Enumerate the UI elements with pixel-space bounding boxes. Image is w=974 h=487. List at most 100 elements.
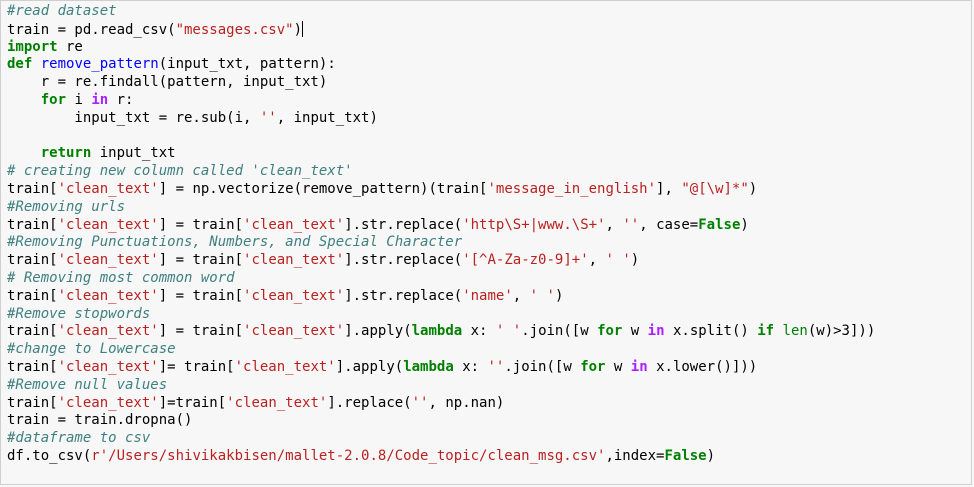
code-token: ].apply( <box>335 358 404 375</box>
code-token: ].replace( <box>327 394 412 411</box>
code-token: ) <box>748 180 758 197</box>
code-token: #Removing urls <box>7 198 126 215</box>
code-token: import <box>7 38 58 55</box>
code-token: w <box>605 358 631 375</box>
code-token: train[ <box>7 358 58 375</box>
code-token: train[ <box>7 394 58 411</box>
code-token: False <box>664 447 707 464</box>
code-token: ' ' <box>605 252 631 269</box>
code-token: ].apply( <box>344 323 412 340</box>
code-token: #Remove null values <box>7 376 168 393</box>
code-line: input_txt = re.sub(i, '', input_txt) <box>7 110 875 128</box>
code-token: ] = train[ <box>158 252 244 269</box>
text-cursor <box>302 20 304 37</box>
code-token: ) <box>554 287 564 304</box>
code-line: train['clean_text']= train['clean_text']… <box>7 359 875 377</box>
code-token: 'clean_text' <box>57 323 159 340</box>
code-token: train[ <box>7 252 58 269</box>
code-token: , <box>588 252 606 269</box>
code-token: #change to Lowercase <box>7 341 176 358</box>
code-line: # creating new column called 'clean_text… <box>7 163 875 181</box>
code-token: 'clean_text' <box>243 216 345 233</box>
code-token: input_txt = re.sub(i, <box>7 109 260 126</box>
code-token: ' ' <box>495 323 522 340</box>
code-token: , case= <box>639 216 699 233</box>
code-line: return input_txt <box>7 145 875 163</box>
code-token: train[ <box>7 323 58 340</box>
code-token: x.lower()])) <box>647 358 758 375</box>
code-token: ] = np.vectorize(remove_pattern)(train[ <box>158 180 488 197</box>
code-token: #Remove stopwords <box>7 305 151 322</box>
code-token: input_txt <box>91 145 176 162</box>
code-token: train[ <box>7 216 58 233</box>
code-line: #dataframe to csv <box>7 430 875 448</box>
code-line: df.to_csv(r'/Users/shivikakbisen/mallet-… <box>7 448 875 466</box>
code-token: in <box>91 91 109 108</box>
code-token: #dataframe to csv <box>7 430 151 447</box>
code-token: ], <box>656 180 682 197</box>
code-token: "@[\w]*" <box>681 180 749 197</box>
code-line: def remove_pattern(input_txt, pattern): <box>7 56 875 74</box>
code-token: '' <box>259 109 277 126</box>
code-line: train['clean_text'] = train['clean_text'… <box>7 252 875 270</box>
code-token: in <box>630 358 648 375</box>
code-token: 'name' <box>462 287 513 304</box>
code-token: x: <box>462 323 496 340</box>
code-line: train = train.dropna() <box>7 412 875 430</box>
code-token: ]=train[ <box>158 394 227 411</box>
code-line: train = pd.read_csv("messages.csv") <box>7 20 875 39</box>
code-token: for <box>580 358 606 375</box>
code-token: re <box>57 38 83 55</box>
code-token: train = pd.read_csv( <box>7 21 176 38</box>
code-token: if <box>757 323 775 340</box>
code-token: # creating new column called 'clean_text… <box>7 163 353 180</box>
code-token: # Removing most common word <box>7 269 235 286</box>
code-token: ]= train[ <box>158 358 235 375</box>
code-token: r: <box>108 91 134 108</box>
code-line: #Remove stopwords <box>7 306 875 324</box>
code-token: 'clean_text' <box>57 252 159 269</box>
code-token: 'http\S+|www.\S+' <box>462 216 606 233</box>
code-line: #Remove null values <box>7 377 875 395</box>
code-token: 'clean_text' <box>243 323 345 340</box>
code-token: r = re.findall(pattern, input_txt) <box>7 74 328 91</box>
code-cell-editor[interactable]: #read dataset train = pd.read_csv("messag… <box>0 0 972 485</box>
code-token: lambda <box>411 323 463 340</box>
code-token: .join([w <box>521 323 598 340</box>
code-token: 'clean_text' <box>57 216 159 233</box>
code-token: 'clean_text' <box>243 287 345 304</box>
code-line: #change to Lowercase <box>7 341 875 359</box>
code-token: lambda <box>403 358 454 375</box>
code-line: #read dataset <box>7 3 875 21</box>
code-block[interactable]: #read dataset train = pd.read_csv("messag… <box>7 3 875 466</box>
code-token: '[^A-Za-z0-9]+' <box>462 252 589 269</box>
code-token: , np.nan) <box>428 394 505 411</box>
code-token: len <box>782 323 808 340</box>
code-token: False <box>698 216 741 233</box>
code-token: for <box>597 323 623 340</box>
code-token: '' <box>487 358 505 375</box>
code-token: (input_txt, pattern): <box>158 56 336 73</box>
code-token: ].str.replace( <box>344 216 463 233</box>
code-token: ) <box>630 252 640 269</box>
code-token: , <box>512 287 530 304</box>
code-token: 'clean_text' <box>57 180 159 197</box>
code-token: remove_pattern <box>40 56 159 73</box>
code-token: ' ' <box>529 287 555 304</box>
code-token: ,index= <box>605 447 665 464</box>
code-line: # Removing most common word <box>7 270 875 288</box>
code-token: train[ <box>7 180 58 197</box>
code-token: i <box>66 91 92 108</box>
code-token: in <box>647 323 665 340</box>
code-token: '' <box>411 394 429 411</box>
code-token: ) <box>706 447 716 464</box>
code-token: r'/Users/shivikakbisen/mallet-2.0.8/Code… <box>91 447 606 464</box>
code-token: w <box>622 323 648 340</box>
code-line: #Removing urls <box>7 199 875 217</box>
code-token: 'clean_text' <box>226 394 328 411</box>
code-token: , <box>605 216 623 233</box>
code-line: for i in r: <box>7 92 875 110</box>
